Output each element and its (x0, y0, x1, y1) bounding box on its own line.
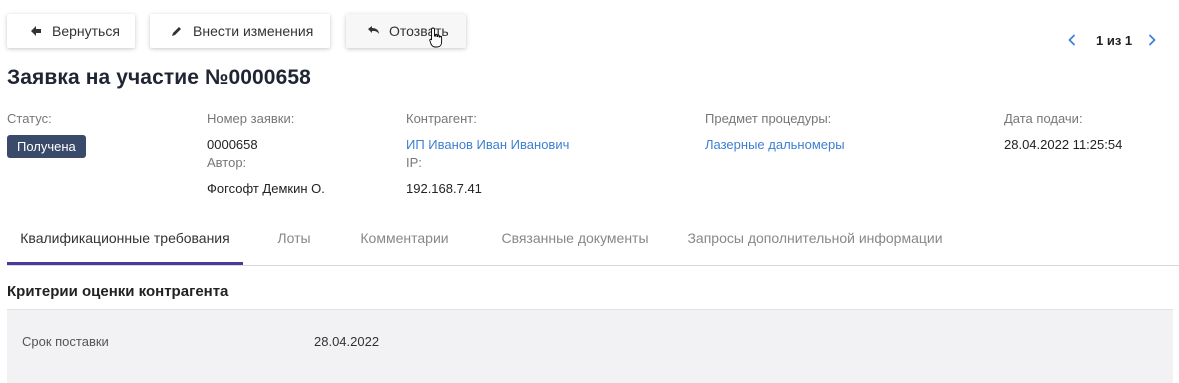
number-value: 0000658 (207, 137, 258, 152)
application-page: Вернуться Внести изменения Отозвать 1 из… (0, 0, 1179, 383)
pager: 1 из 1 (1066, 32, 1158, 48)
status-badge: Получена (7, 135, 86, 158)
chevron-left-icon[interactable] (1066, 32, 1078, 48)
date-label: Дата подачи: (1004, 111, 1083, 126)
tab-lots[interactable]: Лоты (263, 214, 325, 262)
ip-label: IP: (406, 155, 422, 170)
pencil-icon (170, 24, 184, 38)
undo-icon (366, 24, 380, 38)
chevron-right-icon[interactable] (1146, 32, 1158, 48)
date-value: 28.04.2022 11:25:54 (1004, 137, 1123, 152)
page-title: Заявка на участие №0000658 (7, 66, 311, 89)
subject-link[interactable]: Лазерные дальномеры (705, 137, 845, 152)
back-button[interactable]: Вернуться (7, 14, 135, 48)
tab-related-documents[interactable]: Связанные документы (488, 214, 662, 262)
subject-label: Предмет процедуры: (705, 111, 832, 126)
pager-text: 1 из 1 (1096, 32, 1133, 48)
tab-bar: Квалификационные требования Лоты Коммент… (7, 214, 1179, 266)
criteria-row-value: 28.04.2022 (314, 334, 380, 349)
tab-info-requests[interactable]: Запросы дополнительной информации (684, 214, 946, 262)
counterparty-label: Контрагент: (406, 111, 477, 126)
criteria-table: Срок поставки 28.04.2022 (7, 309, 1173, 383)
edit-button-label: Внести изменения (193, 23, 314, 39)
arrow-left-icon (29, 24, 43, 38)
tab-comments[interactable]: Комментарии (349, 214, 460, 262)
section-title: Критерии оценки контрагента (7, 283, 229, 300)
hand-cursor-icon (429, 27, 443, 54)
criteria-row-label: Срок поставки (22, 334, 109, 349)
back-button-label: Вернуться (52, 23, 120, 39)
ip-value: 192.168.7.41 (406, 181, 482, 196)
tab-qualification[interactable]: Квалификационные требования (7, 214, 243, 265)
number-label: Номер заявки: (207, 111, 295, 126)
edit-button[interactable]: Внести изменения (150, 14, 330, 48)
status-label: Статус: (7, 111, 52, 126)
author-label: Автор: (207, 155, 247, 170)
revoke-button[interactable]: Отозвать (346, 14, 466, 48)
counterparty-link[interactable]: ИП Иванов Иван Иванович (406, 137, 569, 152)
author-value: Фогсофт Демкин О. (207, 181, 325, 196)
